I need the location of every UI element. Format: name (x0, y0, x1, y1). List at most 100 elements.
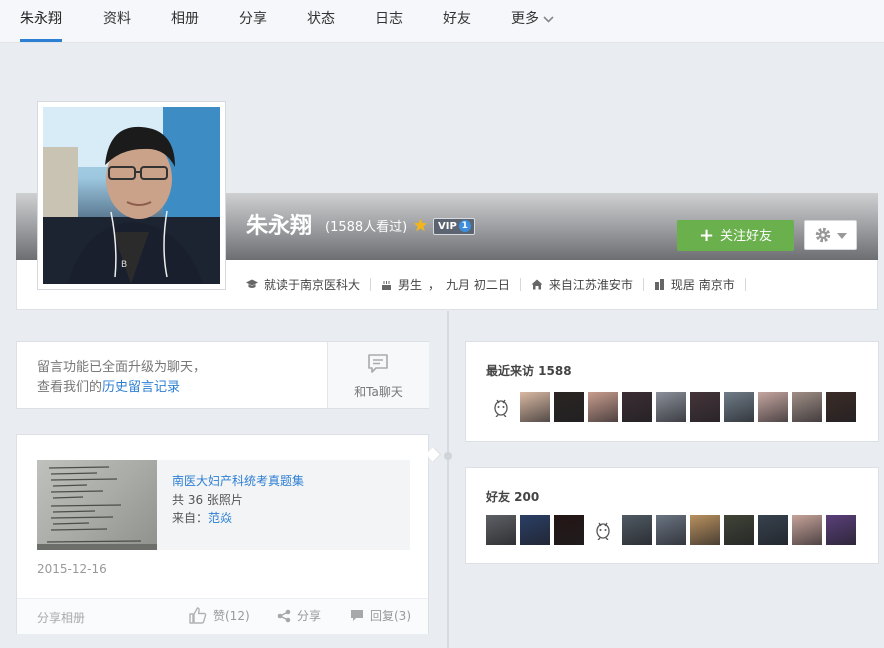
friend-avatar[interactable] (826, 515, 856, 545)
tab-status[interactable]: 状态 (307, 0, 335, 42)
chat-label: 和Ta聊天 (354, 385, 403, 399)
chat-bubble-icon (368, 354, 388, 373)
recent-visitors-title[interactable]: 最近来访 1588 (486, 362, 572, 379)
share-icon (277, 609, 291, 622)
profile-info-row: 就读于南京医科大 男生 ， 九月 初二日 来自江苏淮安市 现居 南京市 (246, 276, 756, 292)
top-nav: 朱永翔 资料 相册 分享 状态 日志 好友 更多 (0, 0, 884, 43)
home-icon (531, 279, 543, 289)
post-source-label: 分享相册 (37, 611, 86, 625)
star-icon (413, 218, 428, 232)
school-text: 就读于南京医科大 (264, 277, 361, 292)
caret-down-icon (837, 233, 847, 239)
chevron-down-icon (543, 15, 554, 23)
divider (519, 277, 521, 291)
timeline-line (447, 311, 449, 648)
friend-avatar[interactable] (486, 515, 516, 545)
friend-avatar[interactable] (622, 515, 652, 545)
visitor-avatar[interactable] (792, 392, 822, 422)
tab-more-label: 更多 (511, 11, 539, 27)
album-photo-count: 共 36 张照片 (172, 493, 243, 507)
chat-button[interactable]: 和Ta聊天 (327, 342, 429, 408)
tab-home[interactable]: 朱永翔 (20, 0, 62, 42)
divider (642, 277, 644, 291)
album-thumbnail[interactable] (37, 460, 157, 550)
friend-avatar[interactable] (554, 515, 584, 545)
tab-blog[interactable]: 日志 (375, 0, 403, 42)
hometown-text: 来自江苏淮安市 (548, 277, 633, 292)
visitor-avatar[interactable] (724, 392, 754, 422)
document-photo-icon (37, 466, 157, 550)
visitor-avatar-list (486, 392, 860, 422)
anonymous-visitor-icon[interactable] (486, 392, 516, 422)
hometown-info: 来自江苏淮安市 (531, 276, 633, 293)
svg-text:B: B (121, 260, 127, 270)
album-preview: 南医大妇产科统考真题集 共 36 张照片 来自：范焱 (37, 460, 410, 550)
visitor-avatar[interactable] (554, 392, 584, 422)
friend-avatar[interactable] (690, 515, 720, 545)
album-title-link[interactable]: 南医大妇产科统考真题集 (172, 472, 304, 489)
visitor-avatar[interactable] (622, 392, 652, 422)
view-count: (1588人看过) (325, 220, 408, 235)
divider (370, 277, 372, 291)
message-notice-line2: 查看我们的历史留言记录 (37, 378, 206, 398)
tab-albums[interactable]: 相册 (171, 0, 199, 42)
building-icon (654, 278, 664, 290)
timeline-dot (444, 452, 452, 460)
recent-visitors-card: 最近来访 1588 (465, 341, 879, 442)
vip-badge[interactable]: VIP 1 (433, 218, 475, 235)
share-label: 分享 (297, 609, 322, 623)
plus-icon: + (698, 225, 715, 246)
visitor-avatar[interactable] (520, 392, 550, 422)
gender-birthday-info: 男生 ， 九月 初二日 (381, 276, 510, 293)
post-footer: 分享相册 赞(12) 分享 回复(3) (17, 598, 428, 634)
visitor-avatar[interactable] (690, 392, 720, 422)
reply-label: 回复(3) (370, 609, 411, 623)
friend-avatar-list (486, 515, 860, 545)
visitor-avatar[interactable] (656, 392, 686, 422)
friends-card: 好友 200 (465, 467, 879, 564)
follow-label: 关注好友 (720, 229, 773, 244)
friends-title[interactable]: 好友 200 (486, 488, 539, 505)
avatar-photo: B (43, 107, 220, 284)
avatar[interactable]: B (37, 101, 226, 290)
friend-avatar[interactable] (520, 515, 550, 545)
tab-friends[interactable]: 好友 (443, 0, 471, 42)
visitor-avatar[interactable] (758, 392, 788, 422)
message-notice-card: 留言功能已全面升级为聊天， 查看我们的历史留言记录 和Ta聊天 (16, 341, 429, 409)
message-notice-line1: 留言功能已全面升级为聊天， (37, 360, 207, 375)
gear-icon (815, 227, 831, 243)
album-owner-link[interactable]: 范焱 (208, 511, 232, 525)
reply-button[interactable]: 回复(3) (350, 607, 411, 624)
tab-profile[interactable]: 资料 (103, 0, 131, 42)
residence-text: 现居 南京市 (670, 277, 735, 292)
thumbs-up-icon (189, 607, 207, 624)
message-history-link[interactable]: 历史留言记录 (102, 380, 180, 395)
follow-button[interactable]: + 关注好友 (677, 220, 794, 251)
tab-shares[interactable]: 分享 (239, 0, 267, 42)
post-date: 2015-12-16 (37, 562, 107, 576)
divider (744, 277, 746, 291)
birthday-separator: ， (428, 277, 441, 292)
share-button[interactable]: 分享 (277, 607, 321, 624)
album-from-label: 来自： (172, 511, 209, 525)
friend-avatar[interactable] (656, 515, 686, 545)
profile-name: 朱永翔 (246, 214, 313, 239)
visitor-avatar[interactable] (826, 392, 856, 422)
like-label: 赞(12) (213, 609, 250, 623)
tab-more[interactable]: 更多 (511, 0, 554, 42)
like-button[interactable]: 赞(12) (189, 607, 250, 624)
graduation-cap-icon (246, 279, 258, 288)
settings-dropdown-button[interactable] (804, 220, 857, 250)
friend-avatar[interactable] (792, 515, 822, 545)
comment-icon (351, 610, 363, 621)
friend-avatar[interactable] (724, 515, 754, 545)
avatar-portrait-icon: B (43, 107, 220, 284)
album-source: 来自：范焱 (172, 509, 232, 526)
anonymous-friend-icon[interactable] (588, 515, 618, 545)
timeline-pointer (425, 446, 442, 463)
birthday-text: 九月 初二日 (446, 277, 510, 292)
message-notice-prefix: 查看我们的 (37, 380, 103, 395)
visitor-avatar[interactable] (588, 392, 618, 422)
residence-info: 现居 南京市 (654, 276, 735, 293)
friend-avatar[interactable] (758, 515, 788, 545)
